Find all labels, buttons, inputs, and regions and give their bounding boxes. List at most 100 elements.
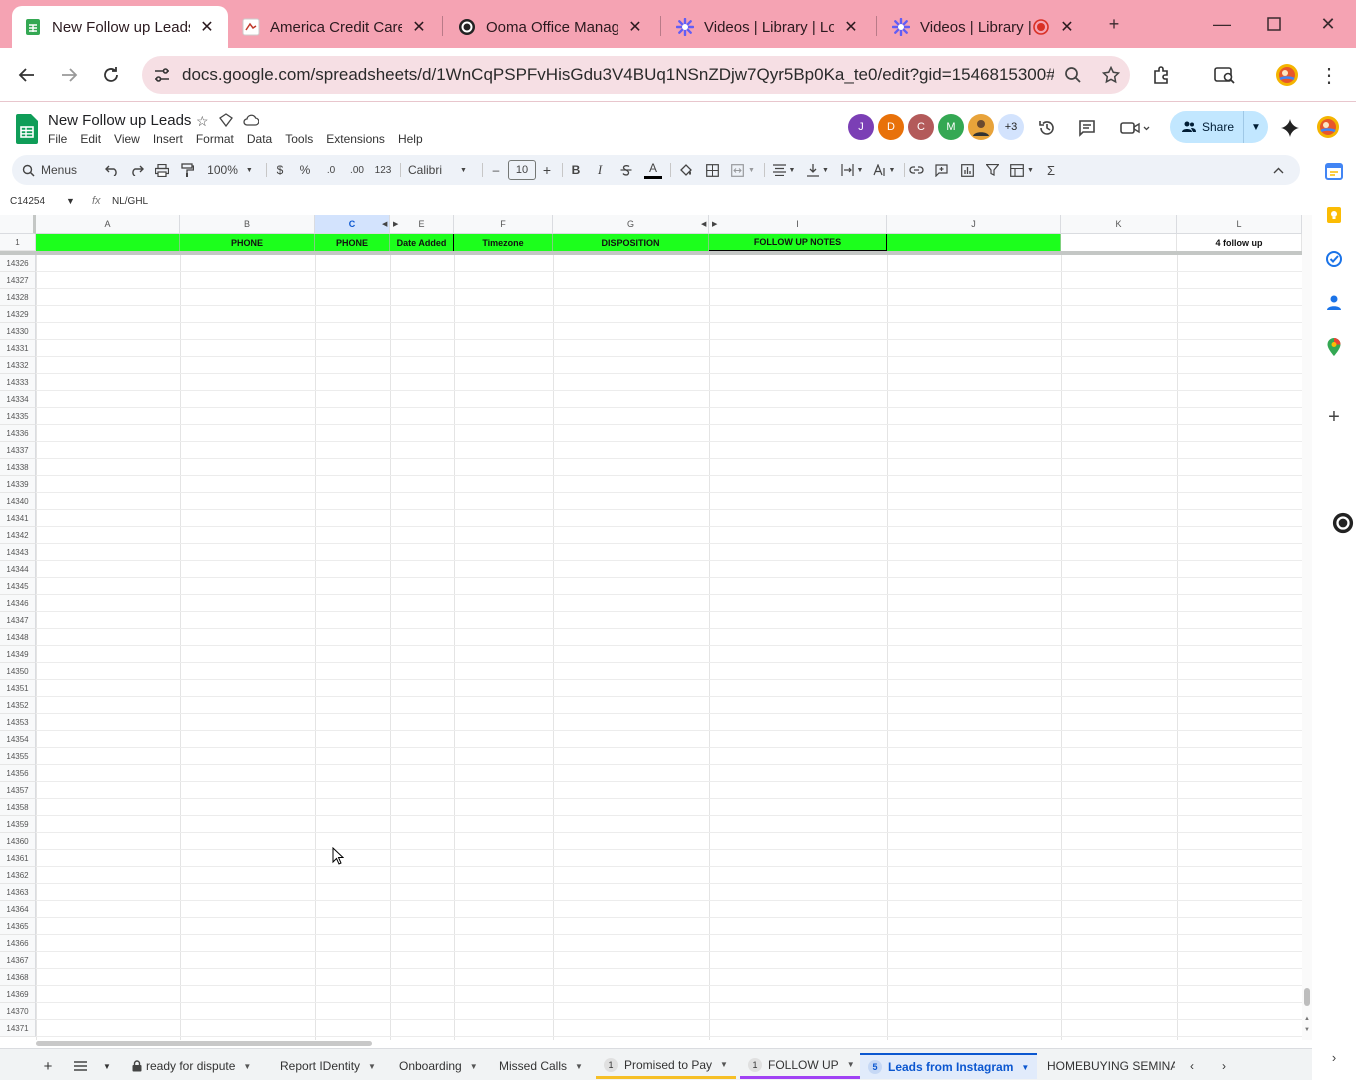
menu-extensions[interactable]: Extensions [326, 132, 385, 146]
row-number[interactable]: 14353 [0, 714, 36, 731]
tab-search-icon[interactable] [1212, 62, 1238, 88]
column-header-j[interactable]: J [887, 215, 1061, 234]
share-button[interactable]: Share ▼ [1170, 111, 1268, 143]
menu-file[interactable]: File [48, 132, 67, 146]
forward-arrow-icon[interactable] [56, 62, 82, 88]
close-tab-icon[interactable]: ✕ [1058, 17, 1076, 37]
table-row[interactable]: 14348 [0, 629, 1302, 646]
scrollbar-thumb[interactable] [36, 1041, 372, 1046]
header-cell[interactable]: FOLLOW UP NOTES [709, 234, 887, 251]
scroll-up-arrow-icon[interactable]: ▲ [1304, 1016, 1310, 1022]
close-tab-icon[interactable]: ✕ [842, 17, 860, 37]
move-to-folder-icon[interactable] [218, 113, 233, 130]
table-row[interactable]: 14368 [0, 969, 1302, 986]
vertical-scrollbar[interactable]: ▲ ▼ [1302, 215, 1312, 1040]
tasks-icon[interactable] [1323, 248, 1345, 270]
row-number[interactable]: 14358 [0, 799, 36, 816]
browser-tab-new-follow-up-leads[interactable]: New Follow up Leads ✕ [12, 6, 228, 48]
menu-format[interactable]: Format [196, 132, 234, 146]
profile-avatar-icon[interactable] [1274, 62, 1300, 88]
avatar[interactable]: J [848, 114, 874, 140]
bookmark-star-icon[interactable] [1092, 66, 1130, 84]
avatar[interactable]: M [938, 114, 964, 140]
row-number[interactable]: 14369 [0, 986, 36, 1003]
row-number[interactable]: 14341 [0, 510, 36, 527]
sheet-tab-leads-from-instagram[interactable]: 5 Leads from Instagram ▼ [860, 1053, 1038, 1079]
sheet-tab-promised-to-pay[interactable]: 1 Promised to Pay ▼ [596, 1053, 736, 1079]
table-row[interactable]: 14366 [0, 935, 1302, 952]
row-number[interactable]: 14331 [0, 340, 36, 357]
header-cell[interactable]: 4 follow up [1177, 234, 1302, 251]
row-number[interactable]: 14352 [0, 697, 36, 714]
column-header-a[interactable]: A [36, 215, 180, 234]
row-number[interactable]: 14354 [0, 731, 36, 748]
hidden-column-left-arrow-icon[interactable]: ◀ [701, 220, 706, 228]
column-header-i[interactable]: I [709, 215, 887, 234]
row-number[interactable]: 14350 [0, 663, 36, 680]
menu-tools[interactable]: Tools [285, 132, 313, 146]
table-row[interactable]: 14340 [0, 493, 1302, 510]
row-number[interactable]: 14368 [0, 969, 36, 986]
row-number[interactable]: 14327 [0, 272, 36, 289]
sheet-tab-report-identity[interactable]: Report IDentity ▼ [272, 1053, 384, 1079]
version-history-icon[interactable] [1035, 116, 1059, 140]
row-number[interactable]: 14362 [0, 867, 36, 884]
row-number[interactable]: 14365 [0, 918, 36, 935]
calendar-icon[interactable] [1323, 160, 1345, 182]
table-row[interactable]: 14357 [0, 782, 1302, 799]
currency-format-button[interactable]: $ [272, 155, 288, 185]
close-tab-icon[interactable]: ✕ [198, 17, 216, 37]
hidden-column-left-arrow-icon[interactable]: ◀ [382, 220, 387, 228]
meet-video-icon[interactable] [1118, 116, 1152, 140]
insert-chart-icon[interactable] [957, 155, 977, 185]
row-number[interactable]: 14366 [0, 935, 36, 952]
row-number[interactable]: 14364 [0, 901, 36, 918]
formula-input[interactable]: NL/GHL [112, 196, 148, 207]
table-row[interactable]: 14370 [0, 1003, 1302, 1020]
table-row[interactable]: 14328 [0, 289, 1302, 306]
collapse-menus-icon[interactable] [1268, 155, 1288, 185]
fill-color-icon[interactable] [676, 155, 694, 185]
insert-comment-icon[interactable] [931, 155, 951, 185]
number-format-button[interactable]: 123 [372, 155, 394, 185]
row-number[interactable]: 14359 [0, 816, 36, 833]
percent-format-button[interactable]: % [297, 155, 313, 185]
row-number[interactable]: 14355 [0, 748, 36, 765]
row-number[interactable]: 14371 [0, 1020, 36, 1037]
table-row[interactable]: 14332 [0, 357, 1302, 374]
column-header-f[interactable]: F [454, 215, 553, 234]
close-tab-icon[interactable]: ✕ [626, 17, 644, 37]
table-row[interactable]: 14361 [0, 850, 1302, 867]
site-settings-icon[interactable] [142, 66, 182, 84]
maps-pin-icon[interactable] [1323, 336, 1345, 358]
share-dropdown-icon[interactable]: ▼ [1244, 122, 1268, 133]
table-row[interactable]: 14338 [0, 459, 1302, 476]
row-number[interactable]: 14367 [0, 952, 36, 969]
horizontal-scrollbar[interactable] [36, 1038, 1302, 1048]
row-number[interactable]: 14363 [0, 884, 36, 901]
table-row[interactable]: 14350 [0, 663, 1302, 680]
text-color-button[interactable]: A [644, 155, 662, 185]
sheet-tab-ready-for-dispute[interactable]: ready for dispute ▼ [124, 1053, 259, 1079]
table-row[interactable]: 14364 [0, 901, 1302, 918]
browser-tab-loom-videos-2[interactable]: Videos | Library | ✕ [880, 6, 1088, 48]
browser-tab-america-credit-care[interactable]: America Credit Care ✕ [230, 6, 440, 48]
sheet-tab-missed-calls[interactable]: Missed Calls ▼ [491, 1053, 591, 1079]
table-row[interactable]: 14359 [0, 816, 1302, 833]
strikethrough-icon[interactable] [618, 155, 634, 185]
menu-data[interactable]: Data [247, 132, 272, 146]
row-number[interactable]: 14338 [0, 459, 36, 476]
table-row[interactable]: 14342 [0, 527, 1302, 544]
expand-side-panel-icon[interactable]: › [1323, 1046, 1345, 1068]
header-cell[interactable]: DISPOSITION [553, 234, 709, 251]
row-number[interactable]: 14357 [0, 782, 36, 799]
row-number[interactable]: 14342 [0, 527, 36, 544]
table-row[interactable]: 14327 [0, 272, 1302, 289]
gemini-sparkle-icon[interactable] [1278, 116, 1302, 140]
table-row[interactable]: 14337 [0, 442, 1302, 459]
hidden-column-right-arrow-icon[interactable]: ▶ [393, 220, 398, 228]
header-cell[interactable]: PHONE [315, 234, 390, 251]
column-header-g[interactable]: G [553, 215, 709, 234]
star-icon[interactable]: ☆ [196, 113, 209, 130]
table-row[interactable]: 14334 [0, 391, 1302, 408]
